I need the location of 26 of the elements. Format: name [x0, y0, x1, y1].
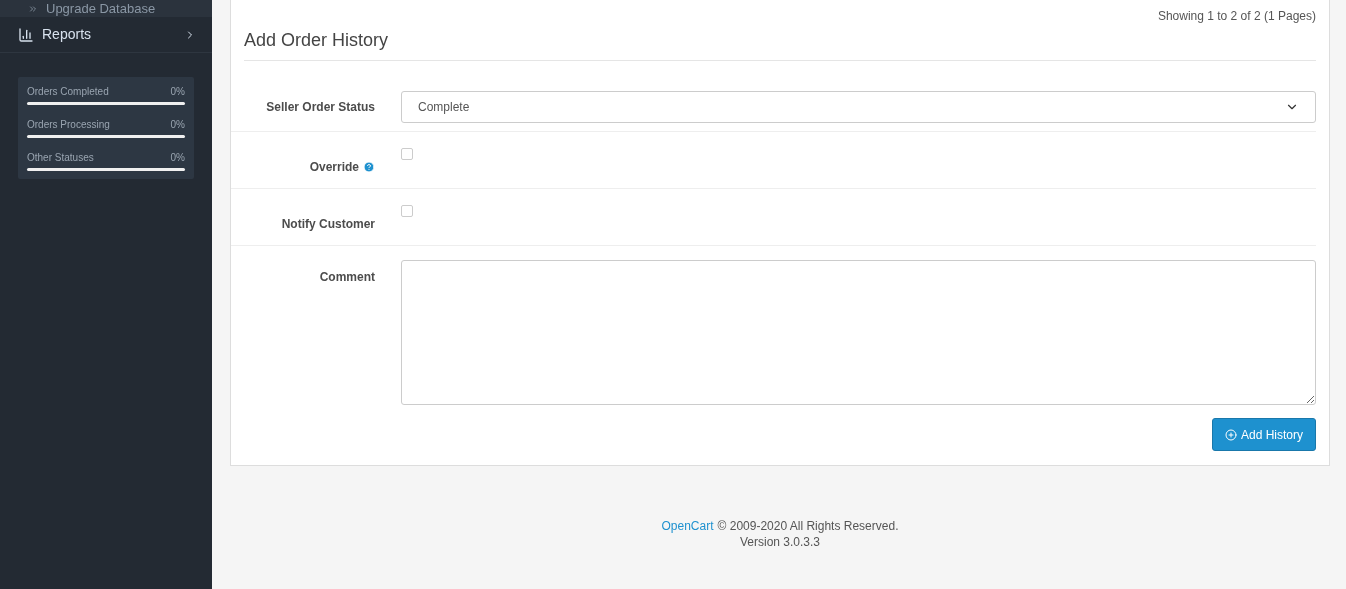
field-label: Seller Order Status [266, 99, 375, 116]
stat-label: Other Statuses [27, 151, 94, 165]
stat-reading: 0% [170, 118, 185, 132]
add-history-button[interactable]: Add History [1211, 418, 1316, 451]
stat-reading: 0% [170, 151, 185, 165]
pagination-text: Showing 1 to 2 of 2 (1 Pages) [1157, 8, 1316, 25]
field-label: Notify Customer [281, 216, 375, 233]
version-text: Version 3.0.3.3 [739, 534, 821, 550]
stat-label: Orders Processing [27, 118, 110, 132]
status-select[interactable]: Complete [401, 91, 1316, 123]
sidebar-subitem[interactable]: Upgrade Database [0, 0, 212, 17]
checkbox[interactable] [401, 148, 413, 160]
double-chevron-icon [28, 3, 38, 14]
copyright-text: © 2009-2020 All Rights Reserved. [717, 518, 899, 534]
bar-chart-icon [18, 26, 34, 43]
help-icon[interactable] [363, 161, 375, 173]
section-title: Add Order History [244, 27, 1316, 61]
plus-circle-icon [1224, 428, 1237, 441]
sidebar-menu-item[interactable]: Reports [0, 17, 212, 53]
stat-reading: 0% [170, 85, 185, 99]
stat-label: Orders Completed [27, 85, 109, 99]
comment-field[interactable] [401, 260, 1316, 405]
checkbox[interactable] [401, 205, 413, 217]
field-label: Override [309, 159, 359, 176]
opencart-link[interactable]: OpenCart [661, 518, 714, 534]
field-label: Comment [319, 269, 375, 286]
